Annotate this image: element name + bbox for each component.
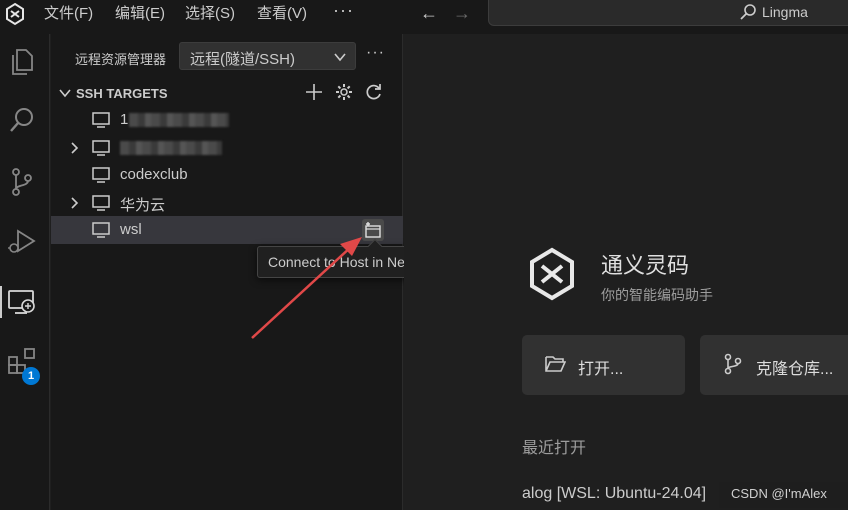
extensions-badge: 1 <box>22 367 40 385</box>
brand-subtitle: 你的智能编码助手 <box>601 287 713 303</box>
recent-item[interactable]: alog [WSL: Ubuntu-24.04] <box>522 485 706 503</box>
source-control-icon[interactable] <box>6 166 38 198</box>
menu-edit[interactable]: 编辑(E) <box>115 5 165 23</box>
title-bar: 文件(F) 编辑(E) 选择(S) 查看(V) ··· ← → Lingma <box>0 0 848 34</box>
back-arrow-icon[interactable]: ← <box>420 3 438 24</box>
ssh-target-row-selected[interactable]: wsl <box>51 216 403 244</box>
remote-explorer-icon[interactable] <box>6 286 38 318</box>
brand-name: 通义灵码 <box>601 253 690 278</box>
chevron-right-icon <box>71 197 79 209</box>
sidebar-more-button[interactable]: ··· <box>366 44 385 62</box>
active-indicator <box>0 286 2 318</box>
chevron-down-icon <box>59 89 71 98</box>
add-icon[interactable] <box>304 82 324 102</box>
redacted-text <box>120 141 222 155</box>
ssh-target-row[interactable]: codexclub <box>51 161 403 189</box>
monitor-icon <box>92 167 110 183</box>
git-branch-icon <box>724 353 742 375</box>
remote-type-value: 远程(隧道/SSH) <box>190 51 296 68</box>
recent-title: 最近打开 <box>522 440 587 457</box>
menu-selection[interactable]: 选择(S) <box>185 5 235 23</box>
monitor-icon <box>92 195 110 211</box>
lingma-logo-icon[interactable] <box>3 2 27 26</box>
search-text: Lingma <box>762 4 808 20</box>
search-view-icon[interactable] <box>6 104 38 136</box>
ssh-target-label: 华为云 <box>120 197 166 214</box>
open-button[interactable]: 打开... <box>522 335 685 395</box>
ssh-target-label: wsl <box>120 221 142 238</box>
ssh-target-row[interactable] <box>51 134 403 162</box>
lingma-brand-icon <box>530 247 574 301</box>
app-window: 文件(F) 编辑(E) 选择(S) 查看(V) ··· ← → Lingma 1… <box>0 0 848 510</box>
section-title: SSH TARGETS <box>76 86 168 101</box>
watermark: CSDN @I'mAlex <box>719 482 848 508</box>
ssh-target-row[interactable]: 华为云 <box>51 189 403 217</box>
refresh-icon[interactable] <box>364 82 384 102</box>
ssh-target-label: codexclub <box>120 166 188 183</box>
clone-label: 克隆仓库... <box>756 361 834 378</box>
redacted-text <box>129 113 229 127</box>
search-icon <box>740 4 756 20</box>
new-window-icon <box>365 222 381 238</box>
chevron-right-icon <box>71 142 79 154</box>
menu-view[interactable]: 查看(V) <box>257 5 307 23</box>
run-debug-icon[interactable] <box>6 226 38 258</box>
ssh-targets-header[interactable]: SSH TARGETS <box>51 80 403 104</box>
ssh-target-label: 1 <box>120 111 129 128</box>
sidebar-title: 远程资源管理器 <box>75 52 167 67</box>
monitor-icon <box>92 112 110 128</box>
forward-arrow-icon[interactable]: → <box>453 3 471 24</box>
monitor-icon <box>92 222 110 238</box>
activity-bar: 1 <box>0 34 50 510</box>
ssh-target-row[interactable]: 1 <box>51 106 403 134</box>
menu-file[interactable]: 文件(F) <box>44 5 93 23</box>
remote-type-select[interactable]: 远程(隧道/SSH) <box>179 42 356 70</box>
monitor-icon <box>92 140 110 156</box>
folder-open-icon <box>545 356 566 372</box>
gear-icon[interactable] <box>334 82 354 102</box>
welcome-page: 通义灵码 你的智能编码助手 打开... 克隆仓库... 最近打开 alog [W… <box>404 34 848 510</box>
connect-new-window-button[interactable] <box>362 219 384 241</box>
clone-repo-button[interactable]: 克隆仓库... <box>700 335 848 395</box>
chevron-down-icon <box>334 53 346 62</box>
open-label: 打开... <box>578 361 624 378</box>
menu-more-button[interactable]: ··· <box>333 0 354 21</box>
explorer-icon[interactable] <box>6 46 38 78</box>
command-center-search[interactable]: Lingma <box>488 0 848 26</box>
